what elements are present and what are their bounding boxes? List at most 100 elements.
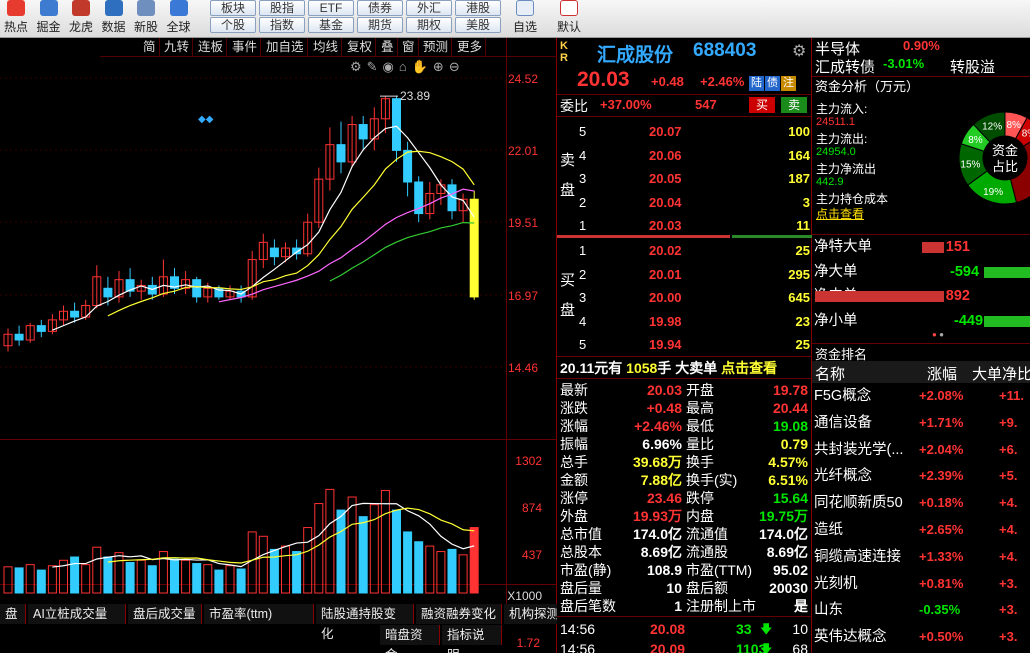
toolbar-tab-0-3[interactable]: 债券 bbox=[357, 0, 403, 16]
net-flow-bar bbox=[984, 315, 1030, 327]
volume-bar bbox=[225, 565, 235, 594]
toolbar-tab-1-3[interactable]: 期货 bbox=[357, 17, 403, 33]
quote-stat-row: 金额 7.88亿 换手(实) 6.51% bbox=[560, 472, 808, 488]
big-deal-banner[interactable]: 20.11元有 1058手 大卖单 点击查看 bbox=[560, 358, 777, 378]
volume-bar bbox=[25, 564, 35, 594]
chart-tool-1[interactable]: 九转 bbox=[161, 38, 194, 57]
rank-row[interactable]: 英伟达概念 +0.50% +3. bbox=[814, 624, 1030, 650]
rank-row[interactable]: 共封装光学(... +2.04% +6. bbox=[814, 437, 1030, 463]
bid-row[interactable]: 3 20.00 645 bbox=[557, 286, 812, 309]
chart-tool-4[interactable]: 加自选 bbox=[263, 38, 308, 57]
default-home-button[interactable]: 默认 bbox=[552, 0, 586, 35]
stock-name: 汇成股份 bbox=[597, 45, 674, 66]
chart-tool-0[interactable]: 简 bbox=[140, 38, 160, 57]
volume-bar bbox=[458, 554, 468, 594]
candle-body bbox=[14, 333, 24, 341]
rank-header-name[interactable]: 名称 bbox=[815, 363, 845, 384]
volume-bar bbox=[47, 565, 57, 594]
donut-slice-label: 12% bbox=[982, 121, 1002, 132]
bid-row[interactable]: 2 20.01 295 bbox=[557, 263, 812, 286]
indicator-tab2-0[interactable]: 暗盘资金 bbox=[380, 625, 440, 653]
rank-header-pct[interactable]: 涨幅 bbox=[927, 363, 957, 384]
rank-row[interactable]: 造纸 +2.65% +4. bbox=[814, 517, 1030, 543]
indicator-tab-0[interactable]: 盘 bbox=[0, 604, 26, 624]
related-item[interactable]: 汇成转债 -3.01% 转股溢 bbox=[815, 56, 1030, 76]
toolbar-dragon-button[interactable]: 龙虎 bbox=[66, 0, 96, 35]
ask-row[interactable]: 5 20.07 100 bbox=[557, 120, 812, 143]
volume-bar bbox=[336, 509, 346, 594]
edit-icon-button[interactable]: 自选 bbox=[508, 0, 542, 35]
sell-button[interactable]: 卖 bbox=[781, 97, 807, 113]
volume-chart[interactable] bbox=[0, 443, 505, 603]
toolbar-icon-label: 全球 bbox=[166, 20, 191, 34]
toolbar-pe-button[interactable]: 数据 bbox=[99, 0, 129, 35]
indicator-tab2-1[interactable]: 指标说明 bbox=[442, 625, 502, 653]
rank-row[interactable]: 同花顺新质50 +0.18% +4. bbox=[814, 490, 1030, 516]
rank-row[interactable]: 山东 -0.35% +3. bbox=[814, 597, 1030, 623]
candle-body bbox=[70, 310, 80, 318]
toolbar-tab-0-5[interactable]: 港股 bbox=[455, 0, 501, 16]
ask-row[interactable]: 2 20.04 3 bbox=[557, 191, 812, 214]
moving-average-line bbox=[107, 150, 475, 317]
bid-row[interactable]: 5 19.94 25 bbox=[557, 333, 812, 356]
indicator-tab-1[interactable]: AI立桩成交量 bbox=[28, 604, 126, 624]
toolbar-tab-0-4[interactable]: 外汇 bbox=[406, 0, 452, 16]
chart-tool-7[interactable]: 叠 bbox=[378, 38, 398, 57]
toolbar-tab-1-5[interactable]: 美股 bbox=[455, 17, 501, 33]
volume-bar bbox=[447, 548, 457, 594]
fund-link[interactable]: 点击查看 bbox=[816, 205, 864, 222]
candlestick-chart[interactable]: 23.89 ◆◆ bbox=[0, 76, 505, 476]
chart-tool-2[interactable]: 连板 bbox=[195, 38, 228, 57]
chart-tool-9[interactable]: 预测 bbox=[420, 38, 453, 57]
bid-row[interactable]: 1 20.02 25 bbox=[557, 239, 812, 262]
volume-bar bbox=[325, 488, 335, 594]
candle-body bbox=[36, 325, 46, 332]
toolbar-tab-1-1[interactable]: 指数 bbox=[259, 17, 305, 33]
indicator-tab-3[interactable]: 市盈率(ttm) bbox=[204, 604, 314, 624]
rank-header-ratio[interactable]: 大单净比 bbox=[972, 363, 1030, 384]
bid-row[interactable]: 4 19.98 23 bbox=[557, 310, 812, 333]
volume-bar bbox=[292, 551, 302, 594]
toolbar-tab-0-1[interactable]: 股指 bbox=[259, 0, 305, 16]
volume-bar bbox=[314, 503, 324, 594]
indicator-tab-2[interactable]: 盘后成交量 bbox=[128, 604, 202, 624]
rank-row[interactable]: 光纤概念 +2.39% +5. bbox=[814, 463, 1030, 489]
indicator-tab-5[interactable]: 融资融券变化 bbox=[416, 604, 502, 624]
chart-tool-icons[interactable]: ⚙✎◉⌂✋⊕⊖ bbox=[350, 59, 490, 75]
rank-row[interactable]: 铜缆高速连接 +1.33% +4. bbox=[814, 544, 1030, 570]
rank-row[interactable]: 通信设备 +1.71% +9. bbox=[814, 410, 1030, 436]
ask-row[interactable]: 1 20.03 11 bbox=[557, 214, 812, 237]
rank-row[interactable]: F5G概念 +2.08% +11. bbox=[814, 383, 1030, 409]
fund-value: 442.9 bbox=[816, 176, 844, 188]
buy-button[interactable]: 买 bbox=[749, 97, 775, 113]
toolbar-tab-1-4[interactable]: 期权 bbox=[406, 17, 452, 33]
chart-tool-3[interactable]: 事件 bbox=[229, 38, 262, 57]
rank-row[interactable]: 光刻机 +0.81% +3. bbox=[814, 571, 1030, 597]
volume-bar bbox=[303, 527, 313, 594]
settings-gear-icon[interactable]: ⚙ bbox=[792, 41, 806, 61]
quote-stat-row: 振幅 6.96% 量比 0.79 bbox=[560, 436, 808, 452]
ask-row[interactable]: 3 20.05 187 bbox=[557, 167, 812, 190]
chart-tool-5[interactable]: 均线 bbox=[310, 38, 343, 57]
chart-tool-8[interactable]: 窗 bbox=[399, 38, 419, 57]
related-item[interactable]: 半导体 0.90% bbox=[815, 38, 1030, 58]
toolbar-dig-button[interactable]: 掘金 bbox=[34, 0, 64, 35]
chart-tool-6[interactable]: 复权 bbox=[344, 38, 377, 57]
stock-tag: 注 bbox=[781, 76, 796, 91]
sub-axis-label: 1.72 bbox=[516, 636, 540, 650]
toolbar-globe-button[interactable]: 全球 bbox=[164, 0, 194, 35]
indicator-tab-4[interactable]: 陆股通持股变化 bbox=[316, 604, 414, 641]
chart-tool-10[interactable]: 更多 bbox=[454, 38, 487, 57]
quote-stat-row: 总股本 8.69亿 流通股 8.69亿 bbox=[560, 544, 808, 560]
toolbar-tab-1-0[interactable]: 个股 bbox=[210, 17, 256, 33]
toolbar-hot-button[interactable]: 热点 bbox=[1, 0, 31, 35]
toolbar-ipo-button[interactable]: 新股 bbox=[131, 0, 161, 35]
kline-chart-panel[interactable]: 简九转 连板 事件 加自选 均线 复权叠窗预测 更多 ⚙✎◉⌂✋⊕⊖ 23.89 ◆◆ 24.… bbox=[0, 38, 578, 653]
toolbar-tab-0-2[interactable]: ETF bbox=[308, 0, 354, 16]
ask-row[interactable]: 4 20.06 164 bbox=[557, 144, 812, 167]
quote-stat-row: 总手 39.68万 换手 4.57% bbox=[560, 454, 808, 470]
toolbar-tab-0-0[interactable]: 板块 bbox=[210, 0, 256, 16]
toolbar-tab-1-2[interactable]: 基金 bbox=[308, 17, 354, 33]
pager-dots[interactable]: ● ● bbox=[932, 330, 944, 339]
net-flow-row: 净大单 -594 bbox=[814, 261, 1030, 283]
